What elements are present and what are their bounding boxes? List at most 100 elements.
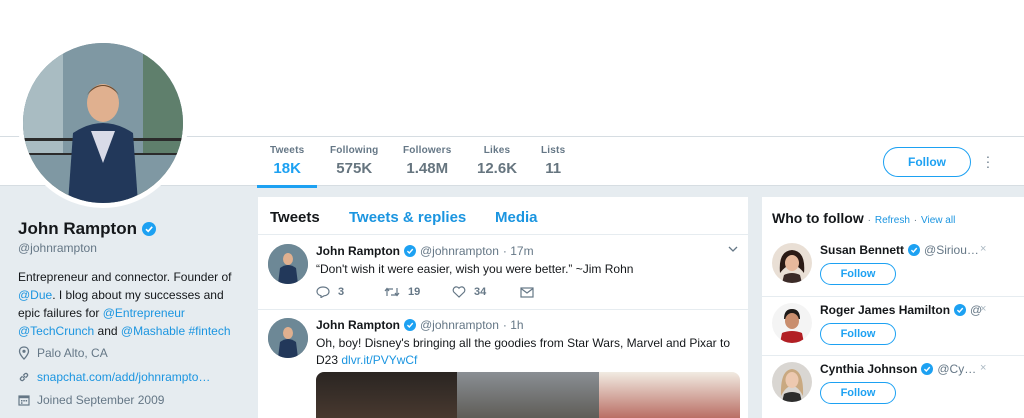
- suggestion-name[interactable]: Susan Bennett: [820, 243, 904, 257]
- avatar-photo-icon: [772, 243, 812, 283]
- who-to-follow-title: Who to follow: [772, 210, 864, 226]
- stat-tweets[interactable]: Tweets 18K: [256, 145, 318, 188]
- profile-website: snapchat.com/add/johnrampto…: [18, 370, 210, 384]
- mention-due-link[interactable]: @Due: [18, 288, 52, 302]
- avatar-photo-icon: [772, 362, 812, 402]
- suggestion-header: Susan Bennett @Siriou…: [820, 243, 985, 257]
- tweet-author-handle[interactable]: @johnrampton: [420, 244, 499, 258]
- retweet-action[interactable]: 19: [384, 286, 452, 298]
- who-to-follow-panel: Who to follow · Refresh · View all Susan…: [762, 197, 1024, 418]
- tweet-media[interactable]: [316, 372, 740, 418]
- stat-label: Followers: [403, 145, 452, 156]
- stat-followers[interactable]: Followers 1.48M: [403, 145, 451, 177]
- profile-location: Palo Alto, CA: [18, 346, 108, 360]
- stat-label: Lists: [541, 145, 566, 156]
- mention-entrepreneur-link[interactable]: @Entrepreneur: [103, 306, 185, 320]
- tweet-timestamp[interactable]: · 17m: [503, 244, 534, 258]
- suggestion-avatar[interactable]: [772, 303, 812, 343]
- hashtag-fintech-link[interactable]: #fintech: [188, 324, 230, 338]
- bio-text: and: [94, 324, 121, 338]
- retweet-count: 19: [408, 286, 421, 298]
- like-action[interactable]: 34: [452, 286, 520, 298]
- suggestion-name[interactable]: Roger James Hamilton: [820, 303, 950, 317]
- stat-following[interactable]: Following 575K: [330, 145, 378, 177]
- profile-avatar[interactable]: [18, 38, 188, 208]
- avatar-photo-icon: [268, 318, 308, 358]
- follow-button[interactable]: Follow: [883, 147, 971, 177]
- tab-tweets-replies[interactable]: Tweets & replies: [349, 209, 466, 226]
- suggestion-header: Cynthia Johnson @Cy…: [820, 362, 985, 376]
- tweet-author-name[interactable]: John Rampton: [316, 318, 400, 332]
- tweet-header: John Rampton @johnrampton · 17m: [316, 244, 534, 258]
- suggestion-avatar[interactable]: [772, 243, 812, 283]
- avatar-photo-icon: [268, 244, 308, 284]
- tweet-header: John Rampton @johnrampton · 1h: [316, 318, 524, 332]
- suggestion-follow-button[interactable]: Follow: [820, 263, 896, 285]
- stat-lists[interactable]: Lists 11: [541, 145, 565, 177]
- suggestion-item[interactable]: Cynthia Johnson @Cy… × Follow: [762, 355, 1024, 413]
- dismiss-icon[interactable]: ×: [980, 303, 986, 315]
- media-image: [598, 372, 740, 418]
- retweet-icon: [384, 287, 400, 297]
- profile-handle: @johnrampton: [18, 241, 97, 255]
- stat-value: 12.6K: [477, 160, 518, 177]
- chevron-down-icon[interactable]: [728, 244, 738, 254]
- suggestion-item[interactable]: Susan Bennett @Siriou… × Follow: [762, 237, 1024, 295]
- mention-techcrunch-link[interactable]: @TechCrunch: [18, 324, 94, 338]
- reply-action[interactable]: 3: [316, 286, 384, 298]
- heart-icon: [452, 286, 466, 298]
- mention-mashable-link[interactable]: @Mashable: [121, 324, 185, 338]
- verified-badge-icon: [921, 363, 934, 375]
- like-count: 34: [474, 286, 487, 298]
- tweet-author-handle[interactable]: @johnrampton: [420, 318, 499, 332]
- suggestion-handle[interactable]: @Cy…: [937, 362, 976, 376]
- tweet-link[interactable]: dlvr.it/PVYwCf: [341, 353, 417, 367]
- tweet-text: “Don't wish it were easier, wish you wer…: [316, 262, 634, 276]
- stat-label: Following: [330, 145, 379, 156]
- tweet-avatar[interactable]: [268, 318, 308, 358]
- more-options-icon[interactable]: · · ·: [984, 149, 992, 173]
- stat-value: 11: [545, 160, 562, 177]
- tweet-item[interactable]: John Rampton @johnrampton · 1h Oh, boy! …: [258, 310, 748, 418]
- suggestion-handle[interactable]: @Siriou…: [924, 243, 979, 257]
- suggestion-follow-button[interactable]: Follow: [820, 323, 896, 345]
- calendar-icon: [18, 395, 30, 406]
- verified-badge-icon: [908, 244, 921, 256]
- suggestion-name[interactable]: Cynthia Johnson: [820, 362, 917, 376]
- reply-icon: [316, 286, 330, 298]
- stat-label: Likes: [483, 145, 511, 156]
- location-text: Palo Alto, CA: [37, 346, 108, 360]
- website-link[interactable]: snapchat.com/add/johnrampto…: [37, 370, 210, 384]
- stat-label: Tweets: [270, 145, 305, 156]
- dismiss-icon[interactable]: ×: [980, 243, 986, 255]
- tab-media[interactable]: Media: [495, 209, 538, 226]
- dm-action[interactable]: [520, 286, 588, 298]
- verified-badge-icon: [404, 245, 416, 257]
- who-to-follow-header: Who to follow · Refresh · View all: [772, 210, 956, 226]
- tab-tweets[interactable]: Tweets: [270, 209, 320, 226]
- envelope-icon: [520, 286, 534, 298]
- dismiss-icon[interactable]: ×: [980, 362, 986, 374]
- tweet-timestamp[interactable]: · 1h: [503, 318, 524, 332]
- joined-text: Joined September 2009: [37, 393, 165, 407]
- timeline-tabs: Tweets Tweets & replies Media: [258, 197, 748, 235]
- timeline: Tweets Tweets & replies Media John Rampt…: [258, 197, 748, 418]
- suggestion-avatar[interactable]: [772, 362, 812, 402]
- tweet-actions: 3 19 34: [316, 286, 588, 298]
- profile-photo-icon: [23, 43, 183, 203]
- tweet-author-name[interactable]: John Rampton: [316, 244, 400, 258]
- tweet-text: Oh, boy! Disney's bringing all the goodi…: [316, 335, 736, 369]
- suggestion-item[interactable]: Roger James Hamilton @ × Follow: [762, 296, 1024, 354]
- suggestion-follow-button[interactable]: Follow: [820, 382, 896, 404]
- stat-likes[interactable]: Likes 12.6K: [477, 145, 517, 177]
- media-image: [316, 372, 458, 418]
- profile-joined: Joined September 2009: [18, 393, 164, 407]
- link-icon: [19, 372, 29, 382]
- tweet-avatar[interactable]: [268, 244, 308, 284]
- stat-value: 18K: [273, 160, 301, 177]
- tweet-item[interactable]: John Rampton @johnrampton · 17m “Don't w…: [258, 236, 748, 310]
- profile-name-text: John Rampton: [18, 219, 137, 238]
- stat-value: 1.48M: [406, 160, 449, 177]
- view-all-link[interactable]: View all: [921, 215, 955, 226]
- refresh-link[interactable]: Refresh: [875, 215, 910, 226]
